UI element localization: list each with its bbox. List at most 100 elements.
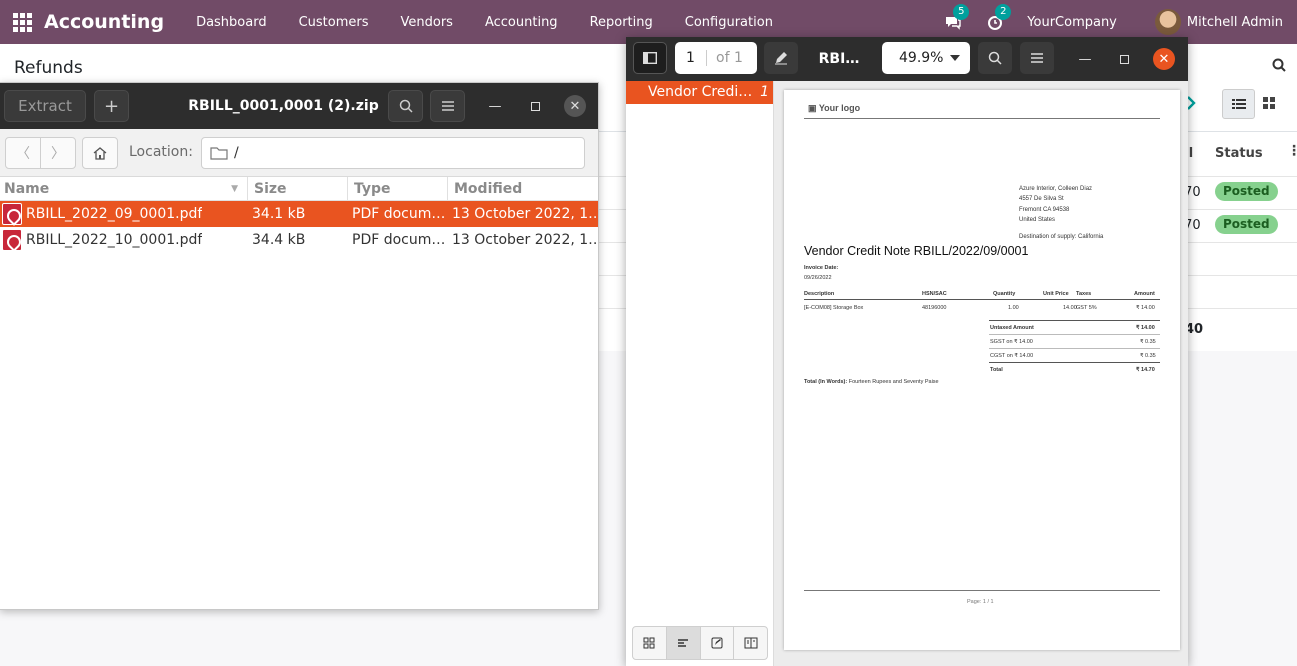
grid-icon — [643, 637, 655, 649]
company-switcher[interactable]: YourCompany — [1027, 15, 1117, 30]
sort-down-icon: ▼ — [231, 184, 238, 194]
total-label: Total — [990, 367, 1003, 373]
hamburger-icon — [1031, 53, 1043, 63]
file-name: RBILL_2022_10_0001.pdf — [26, 232, 203, 248]
breadcrumb: Refunds — [14, 58, 83, 78]
pencil-icon — [775, 52, 787, 65]
viewer-menu-button[interactable] — [1020, 42, 1054, 74]
extract-button[interactable]: Extract — [4, 90, 86, 122]
annotations-button[interactable] — [701, 627, 735, 659]
close-icon: ✕ — [569, 98, 581, 114]
menu-vendors[interactable]: Vendors — [385, 15, 469, 30]
thumbnails-button[interactable] — [633, 627, 667, 659]
location-bar: 〈 〉 Location: / — [0, 129, 598, 177]
messages-badge: 5 — [953, 4, 970, 20]
page-number-field[interactable]: 1 of 1 — [675, 42, 757, 74]
search-button[interactable] — [388, 90, 423, 122]
totals-rule — [989, 320, 1160, 321]
app-brand[interactable]: Accounting — [44, 11, 164, 33]
zoom-selector[interactable]: 49.9% — [882, 42, 970, 74]
maximize-button[interactable] — [1113, 48, 1135, 70]
add-files-button[interactable]: + — [94, 90, 129, 122]
minimize-button[interactable]: — — [1074, 48, 1096, 70]
document-title: Vendor Credit Note RBILL/2022/09/0001 — [804, 244, 1029, 258]
find-button[interactable] — [978, 42, 1012, 74]
line-unit-price: 14.00 — [1063, 305, 1077, 311]
close-button[interactable]: ✕ — [564, 95, 586, 117]
table-rule — [804, 299, 1160, 300]
th-hsn: HSN/SAC — [922, 291, 947, 297]
menu-reporting[interactable]: Reporting — [574, 15, 669, 30]
apps-grid-icon — [12, 12, 32, 32]
viewer-headerbar: 1 of 1 RBI… 49.9% — ✕ — [626, 37, 1188, 81]
page-count: of 1 — [716, 50, 743, 66]
address-line: United States — [1019, 217, 1056, 223]
home-button[interactable] — [82, 137, 118, 169]
sidebar-mode-switcher — [632, 626, 768, 660]
col-size[interactable]: Size — [247, 177, 347, 201]
col-status[interactable]: Status — [1215, 146, 1263, 161]
messages-button[interactable]: 5 — [943, 4, 970, 32]
minimize-icon: — — [1078, 51, 1092, 67]
annotation-icon — [711, 637, 723, 649]
col-name[interactable]: Name ▼ — [0, 177, 246, 201]
total-in-words-label: Total (In Words): — [804, 379, 848, 385]
maximize-button[interactable] — [524, 95, 546, 117]
outline-icon — [678, 639, 689, 647]
main-menu: Dashboard Customers Vendors Accounting R… — [180, 15, 789, 30]
forward-button[interactable]: 〉 — [40, 137, 76, 169]
supply-destination: Destination of supply: California — [1019, 234, 1104, 240]
user-menu[interactable]: Mitchell Admin — [1187, 15, 1283, 30]
back-button[interactable]: 〈 — [5, 137, 41, 169]
zoom-value: 49.9% — [899, 50, 944, 66]
kanban-view-button[interactable] — [1262, 96, 1276, 114]
menu-configuration[interactable]: Configuration — [669, 15, 789, 30]
file-row[interactable]: RBILL_2022_09_0001.pdf 34.1 kB PDF docum… — [0, 201, 598, 227]
outline-button[interactable] — [666, 627, 701, 659]
file-modified: 13 October 2022, 1… — [452, 206, 596, 222]
search-icon — [988, 51, 1002, 65]
avatar[interactable] — [1154, 9, 1181, 35]
search-icon[interactable] — [1272, 58, 1286, 72]
optional-columns-icon[interactable]: ⋮ — [1287, 143, 1297, 159]
menu-dashboard[interactable]: Dashboard — [180, 15, 283, 30]
file-list-header: Name ▼ Size Type Modified — [0, 177, 598, 201]
file-row[interactable]: RBILL_2022_10_0001.pdf 34.4 kB PDF docum… — [0, 227, 598, 253]
annotate-button[interactable] — [764, 42, 798, 74]
total-in-words-value: Fourteen Rupees and Seventy Paise — [848, 379, 939, 385]
pdf-page: ▣ Your logo Azure Interior, Colleen Diaz… — [784, 90, 1180, 650]
caret-down-icon — [950, 55, 960, 61]
apps-menu-button[interactable] — [0, 0, 44, 44]
col-modified[interactable]: Modified — [447, 177, 598, 201]
location-path: / — [234, 145, 239, 161]
th-description: Description — [804, 291, 835, 297]
activities-badge: 2 — [995, 4, 1012, 20]
th-taxes: Taxes — [1076, 291, 1092, 297]
company-logo: ▣ Your logo — [808, 103, 860, 114]
menu-accounting[interactable]: Accounting — [469, 15, 574, 30]
plus-icon: + — [103, 95, 120, 117]
page-footer: Page: 1 / 1 — [967, 599, 994, 605]
file-type: PDF docum… — [352, 206, 444, 222]
file-size: 34.1 kB — [252, 206, 306, 222]
line-taxes: GST 5% — [1076, 305, 1097, 311]
minimize-button[interactable]: — — [484, 95, 506, 117]
sgst-value: ₹ 0.35 — [1140, 339, 1156, 345]
invoice-date: 09/26/2022 — [804, 275, 832, 281]
location-field[interactable]: / — [201, 137, 585, 169]
location-label: Location: — [129, 144, 193, 160]
menu-customers[interactable]: Customers — [283, 15, 385, 30]
camera-icon: ▣ — [808, 103, 819, 113]
document-area[interactable]: ▣ Your logo Azure Interior, Colleen Diaz… — [774, 81, 1188, 666]
list-view-button[interactable] — [1222, 89, 1255, 119]
file-modified: 13 October 2022, 1… — [452, 232, 596, 248]
close-button[interactable]: ✕ — [1153, 48, 1175, 70]
bookmarks-button[interactable] — [734, 627, 767, 659]
activities-button[interactable]: 2 — [985, 4, 1012, 32]
sidebar-toggle-button[interactable] — [633, 42, 667, 74]
line-hsn: 48196000 — [922, 305, 947, 311]
main-menu-button[interactable] — [430, 90, 465, 122]
logo-text: Your logo — [818, 103, 861, 113]
col-type[interactable]: Type — [347, 177, 447, 201]
outline-item[interactable]: Vendor Credi… 1 — [626, 81, 773, 104]
